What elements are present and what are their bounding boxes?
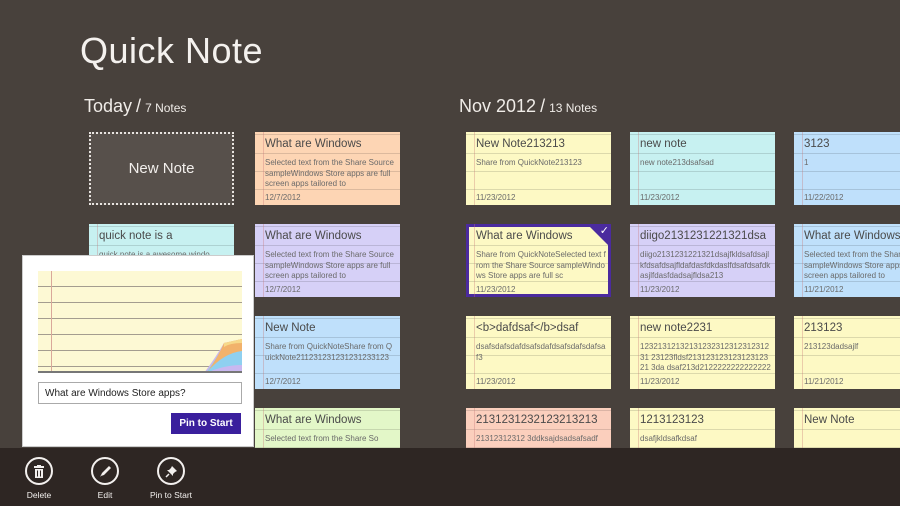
note-tile[interactable]: New Note Share from QuickNoteShare from …	[255, 316, 400, 389]
note-date: 11/23/2012	[476, 285, 516, 294]
note-tile[interactable]: new note new note213dsafsad 11/23/2012	[630, 132, 775, 205]
note-title: 3123	[804, 138, 830, 150]
note-body: new note213dsafsad	[640, 158, 714, 167]
edit-label: Edit	[97, 490, 113, 500]
note-title: 2131231232123213213	[476, 414, 598, 426]
note-tile[interactable]: 3123 1 11/22/2012	[794, 132, 900, 205]
page-curl-icon	[204, 339, 242, 373]
note-tile[interactable]: new note2231 123213121321312323123123123…	[630, 316, 775, 389]
pin-icon	[157, 457, 185, 485]
checkmark-icon: ✓	[599, 224, 609, 237]
note-date: 11/21/2012	[804, 285, 844, 294]
note-title: New Note	[804, 414, 855, 426]
note-body: Selected text from the Share Source samp…	[265, 250, 394, 280]
note-title: New Note213213	[476, 138, 565, 150]
note-date: 11/23/2012	[476, 193, 516, 202]
note-body: dsafjkldsafkdsaf	[640, 434, 697, 443]
trash-icon	[25, 457, 53, 485]
note-tile[interactable]: <b>dafdsaf</b>dsaf dsafsdafsdafdsafsdafd…	[466, 316, 611, 389]
pin-to-start-appbar-button[interactable]: Pin to Start	[141, 457, 201, 500]
note-date: 12/7/2012	[265, 193, 301, 202]
note-date: 11/23/2012	[640, 377, 680, 386]
note-tile[interactable]: What are Windows Selected text from the …	[255, 224, 400, 297]
tile-preview-image	[38, 271, 242, 373]
pin-to-start-label: Pin to Start	[149, 490, 193, 500]
pencil-icon	[91, 457, 119, 485]
note-date: 11/23/2012	[476, 377, 516, 386]
note-title: What are Windows	[804, 230, 900, 242]
delete-button[interactable]: Delete	[9, 457, 69, 500]
tile-name-input[interactable]	[38, 382, 242, 404]
preview-baseline	[38, 371, 242, 373]
note-body: Selected text from the Share Source samp…	[265, 158, 394, 188]
note-body: 21312312312 3ddksajdsadsafsadf	[476, 434, 598, 443]
note-title: new note2231	[640, 322, 713, 334]
pin-to-start-button[interactable]: Pin to Start	[171, 413, 241, 434]
note-title: 213123	[804, 322, 843, 334]
section-label: Today	[84, 96, 133, 116]
note-title: What are Windows	[265, 414, 362, 426]
note-title: diigo2131231221321dsa	[640, 230, 766, 242]
note-date: 12/7/2012	[265, 285, 301, 294]
note-tile[interactable]: What are Windows Selected text from the …	[794, 224, 900, 297]
note-body: Selected text from the Share Source samp…	[804, 250, 900, 280]
separator: /	[136, 96, 142, 116]
delete-label: Delete	[26, 490, 52, 500]
note-body: 1232131213213123231231231231231 23123fld…	[640, 342, 771, 374]
app-bar: Delete Edit Pin to Start	[0, 448, 900, 506]
note-date: 11/21/2012	[804, 377, 844, 386]
note-date: 11/23/2012	[640, 193, 680, 202]
note-date: 11/23/2012	[640, 285, 680, 294]
note-body: Selected text from the Share So	[265, 434, 379, 443]
note-body: 213123dadsajlf	[804, 342, 859, 351]
new-note-tile[interactable]: New Note	[89, 132, 234, 205]
note-tile[interactable]: 213123 213123dadsajlf 11/21/2012	[794, 316, 900, 389]
note-count: 7 Notes	[145, 101, 187, 115]
note-body: Share from QuickNote213123	[476, 158, 582, 167]
note-body: diigo2131231221321dsajfkldsafdsajlkfdsaf…	[640, 250, 771, 280]
separator: /	[540, 96, 546, 116]
note-body: 1	[804, 158, 809, 167]
pin-to-start-flyout: Pin to Start	[22, 255, 254, 447]
section-header-nov-2012[interactable]: Nov 2012/13 Notes	[459, 96, 597, 117]
section-header-today[interactable]: Today/7 Notes	[84, 96, 186, 117]
note-date: 11/22/2012	[804, 193, 844, 202]
edit-button[interactable]: Edit	[75, 457, 135, 500]
note-title: New Note	[265, 322, 316, 334]
note-date: 12/7/2012	[265, 377, 301, 386]
note-title: quick note is a	[99, 230, 173, 242]
note-title: <b>dafdsaf</b>dsaf	[476, 322, 579, 334]
note-count: 13 Notes	[549, 101, 598, 115]
section-label: Nov 2012	[459, 96, 537, 116]
note-body: Share from QuickNoteShare from QuickNote…	[265, 342, 393, 362]
note-tile[interactable]: What are Windows Selected text from the …	[255, 132, 400, 205]
note-tile-selected[interactable]: What are Windows Share from QuickNoteSel…	[466, 224, 611, 297]
note-tile[interactable]: New Note213213 Share from QuickNote21312…	[466, 132, 611, 205]
app-title: Quick Note	[80, 30, 264, 71]
note-body: Share from QuickNoteSelected text from t…	[476, 250, 606, 280]
note-tile[interactable]: diigo2131231221321dsa diigo2131231221321…	[630, 224, 775, 297]
note-title: new note	[640, 138, 687, 150]
note-title: What are Windows	[265, 138, 362, 150]
note-title: What are Windows	[265, 230, 362, 242]
note-title: 1213123123	[640, 414, 704, 426]
note-body: dsafsdafsdafdsafsdafdsafsdafsdafsaf3	[476, 342, 606, 362]
